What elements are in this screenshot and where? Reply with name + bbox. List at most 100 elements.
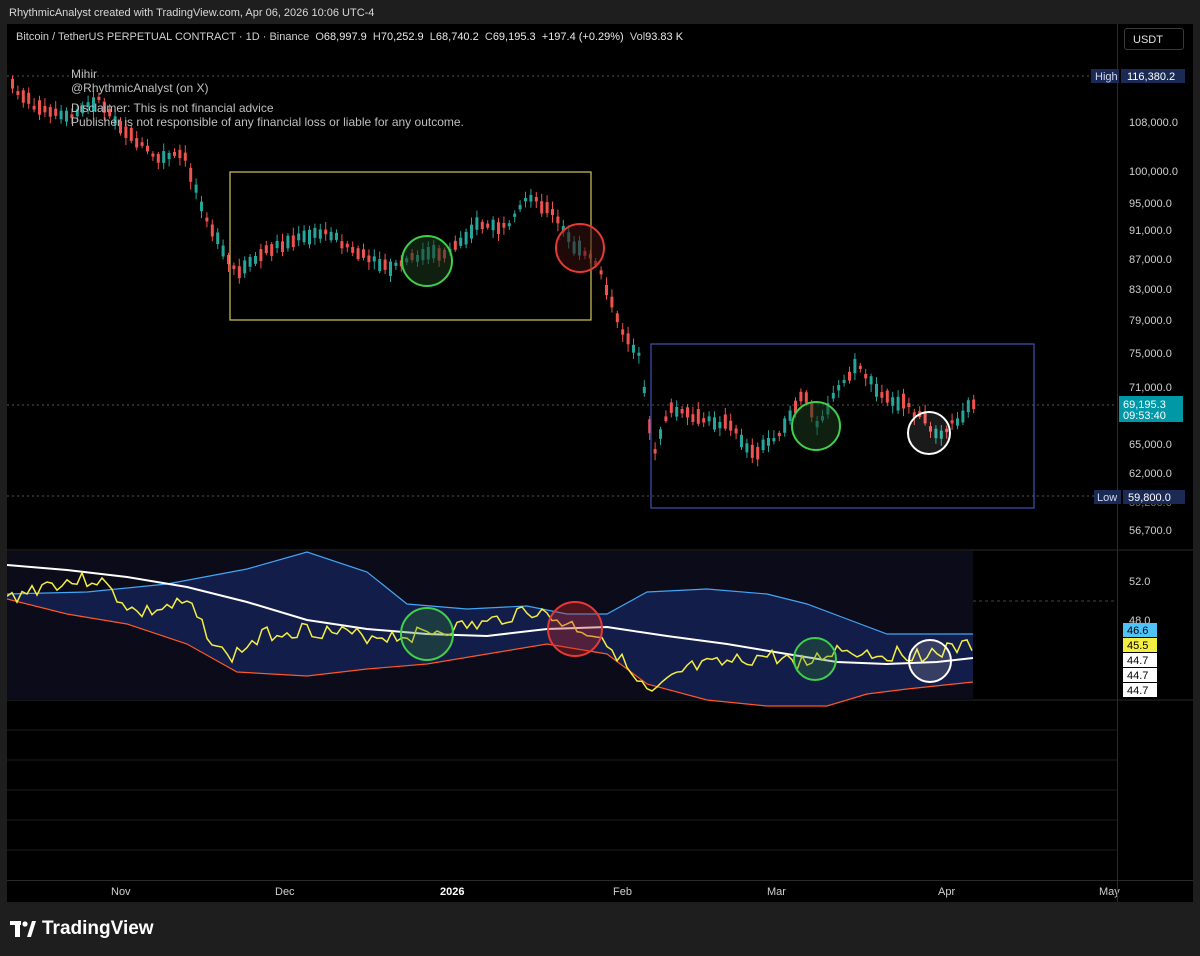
candle-body <box>864 374 868 379</box>
candle-body <box>502 223 506 228</box>
candle-body <box>842 379 846 384</box>
chart-canvas[interactable]: 108,000.0 100,000.0 95,000.0 91,000.0 87… <box>7 24 1193 902</box>
white-circle-marker-indicator[interactable] <box>908 639 952 683</box>
candle-body <box>38 100 41 115</box>
high-label: High <box>1095 71 1118 83</box>
candle-body <box>464 231 468 245</box>
candle-body <box>297 233 301 241</box>
candle-body <box>788 410 792 421</box>
creator-caption: RhythmicAnalyst created with TradingView… <box>9 7 375 19</box>
close-value: 69,195.3 <box>492 31 536 43</box>
high-value: 116,380.2 <box>1127 71 1175 83</box>
mid-value: 44.7 <box>1127 670 1148 682</box>
price-tick: 87,000.0 <box>1129 254 1172 266</box>
candle-body <box>907 403 911 408</box>
candle-body <box>394 262 398 266</box>
volume-label: Vol <box>629 31 646 43</box>
price-tick: 75,000.0 <box>1129 348 1172 360</box>
candle-body <box>270 244 274 256</box>
candle-body <box>308 229 311 245</box>
candle-body <box>664 416 668 422</box>
author-handle: @RhythmicAnalyst (on X) <box>71 81 209 95</box>
candle-body <box>653 449 657 454</box>
red-circle-marker-indicator[interactable] <box>547 601 603 657</box>
disclaimer-line: Disclaimer: This is not financial advice <box>71 101 274 115</box>
candle-body <box>27 92 31 104</box>
candle-body <box>356 248 360 260</box>
candle-body <box>713 417 716 430</box>
candle-body <box>615 313 619 323</box>
candle-body <box>626 333 630 345</box>
candle-body <box>885 390 889 403</box>
candle-body <box>680 408 684 414</box>
candle-body <box>556 216 560 224</box>
candle-body <box>140 142 144 146</box>
candle-body <box>972 399 976 410</box>
price-tick: 71,000.0 <box>1129 382 1172 394</box>
candle-body <box>891 397 895 406</box>
candle-body <box>21 90 25 103</box>
candle-body <box>507 223 511 227</box>
candle-body <box>329 231 333 241</box>
candle-body <box>210 224 214 237</box>
ohlc-legend[interactable]: Bitcoin / TetherUS PERPETUAL CONTRACT · … <box>16 31 683 43</box>
candle-body <box>183 152 187 161</box>
green-circle-marker-indicator[interactable] <box>400 607 454 661</box>
time-axis-divider <box>7 880 1193 881</box>
red-circle-marker[interactable] <box>555 223 605 273</box>
candle-body <box>302 230 306 243</box>
price-tick: 79,000.0 <box>1129 315 1172 327</box>
countdown-timer: 09:53:40 <box>1123 410 1166 422</box>
volume-value: 93.83 K <box>645 31 684 43</box>
candle-body <box>205 217 209 222</box>
candle-body <box>869 376 873 385</box>
candle-body <box>167 152 171 160</box>
candle-body <box>642 386 646 394</box>
candle-body <box>248 256 252 267</box>
candle-body <box>718 421 722 429</box>
candle-body <box>696 409 700 424</box>
candle-body <box>470 224 473 239</box>
green-circle-marker[interactable] <box>791 401 841 451</box>
candle-body <box>497 222 500 234</box>
candle-body <box>151 153 155 157</box>
candle-body <box>632 344 635 353</box>
candle-body <box>189 167 193 182</box>
candle-body <box>351 246 355 253</box>
candle-body <box>605 284 608 296</box>
candle-body <box>783 418 787 433</box>
disclaimer-line: Publisher is not responsible of any fina… <box>71 115 464 129</box>
basis-value: 44.7 <box>1127 655 1148 667</box>
candle-body <box>281 241 284 252</box>
tradingview-logo-icon <box>10 921 36 937</box>
candle-body <box>950 420 954 424</box>
candle-body <box>675 407 679 417</box>
candle-body <box>324 229 328 235</box>
time-axis[interactable]: Nov Dec 2026 Feb Mar Apr May <box>111 886 1120 898</box>
symbol-title[interactable]: Bitcoin / TetherUS PERPETUAL CONTRACT · … <box>16 31 309 43</box>
white-circle-marker[interactable] <box>907 411 951 455</box>
candle-body <box>686 407 689 418</box>
candle-body <box>691 414 695 423</box>
tradingview-logo[interactable]: TradingView <box>10 916 154 942</box>
candle-body <box>848 371 851 381</box>
green-circle-marker[interactable] <box>401 235 453 287</box>
currency-button[interactable]: USDT <box>1124 28 1184 50</box>
blue-range-box[interactable] <box>650 343 1035 509</box>
open-value: 68,997.9 <box>323 31 367 43</box>
candle-body <box>486 223 490 228</box>
candle-body <box>745 443 749 453</box>
change-value: +197.4 (+0.29%) <box>541 31 624 43</box>
candle-body <box>804 392 808 403</box>
green-circle-marker-indicator[interactable] <box>793 637 837 681</box>
author-note: Mihir @RhythmicAnalyst (on X) Disclaimer… <box>71 67 464 129</box>
upper-value: 46.6 <box>1127 625 1148 637</box>
candle-body <box>545 202 549 214</box>
candle-body <box>162 151 166 163</box>
candle-body <box>518 205 522 210</box>
candle-body <box>216 232 220 245</box>
chart-area[interactable]: 108,000.0 100,000.0 95,000.0 91,000.0 87… <box>7 24 1193 902</box>
candle-body <box>221 245 225 257</box>
candle-body <box>335 232 338 240</box>
candle-body <box>275 240 279 249</box>
